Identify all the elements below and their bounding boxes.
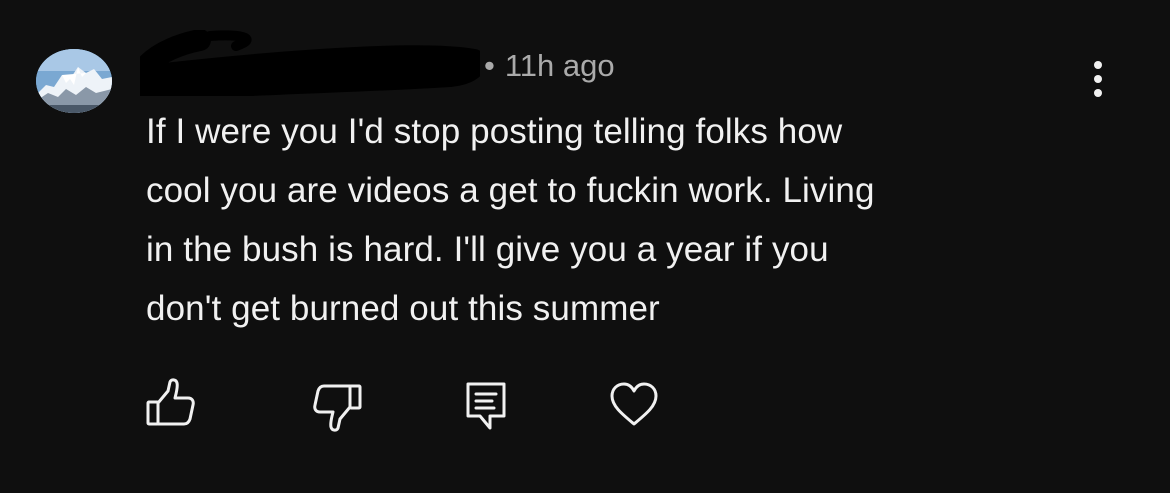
more-options-button[interactable] [1078,56,1118,102]
reply-comment-icon [466,382,506,430]
heart-button[interactable] [604,372,664,436]
comment-card: • 11h ago If I were you I'd stop posting … [0,0,1170,493]
comment-text-line: If I were you I'd stop posting telling f… [146,112,843,151]
comment-actions-bar [0,372,1170,436]
timestamp-text: 11h ago [504,48,615,83]
comment-text: If I were you I'd stop posting telling f… [146,102,1106,338]
comment-text-line: in the bush is hard. I'll give you a yea… [146,230,829,269]
like-button[interactable] [142,372,202,436]
redaction-scribble [140,30,480,96]
thumbs-down-icon [313,384,362,432]
author-name-redacted[interactable] [140,30,480,96]
avatar[interactable] [36,49,112,113]
dislike-button[interactable] [308,372,368,436]
reply-button[interactable] [456,372,516,436]
comment-timestamp: • 11h ago [484,46,615,86]
heart-icon [610,382,658,426]
avatar-snowy-mountain-image [36,49,112,113]
timestamp-separator: • [484,48,495,83]
thumbs-up-icon [146,378,195,426]
comment-text-line: don't get burned out this summer [146,289,660,328]
comment-text-line: cool you are videos a get to fuckin work… [146,171,875,210]
more-vertical-icon [1094,61,1102,97]
